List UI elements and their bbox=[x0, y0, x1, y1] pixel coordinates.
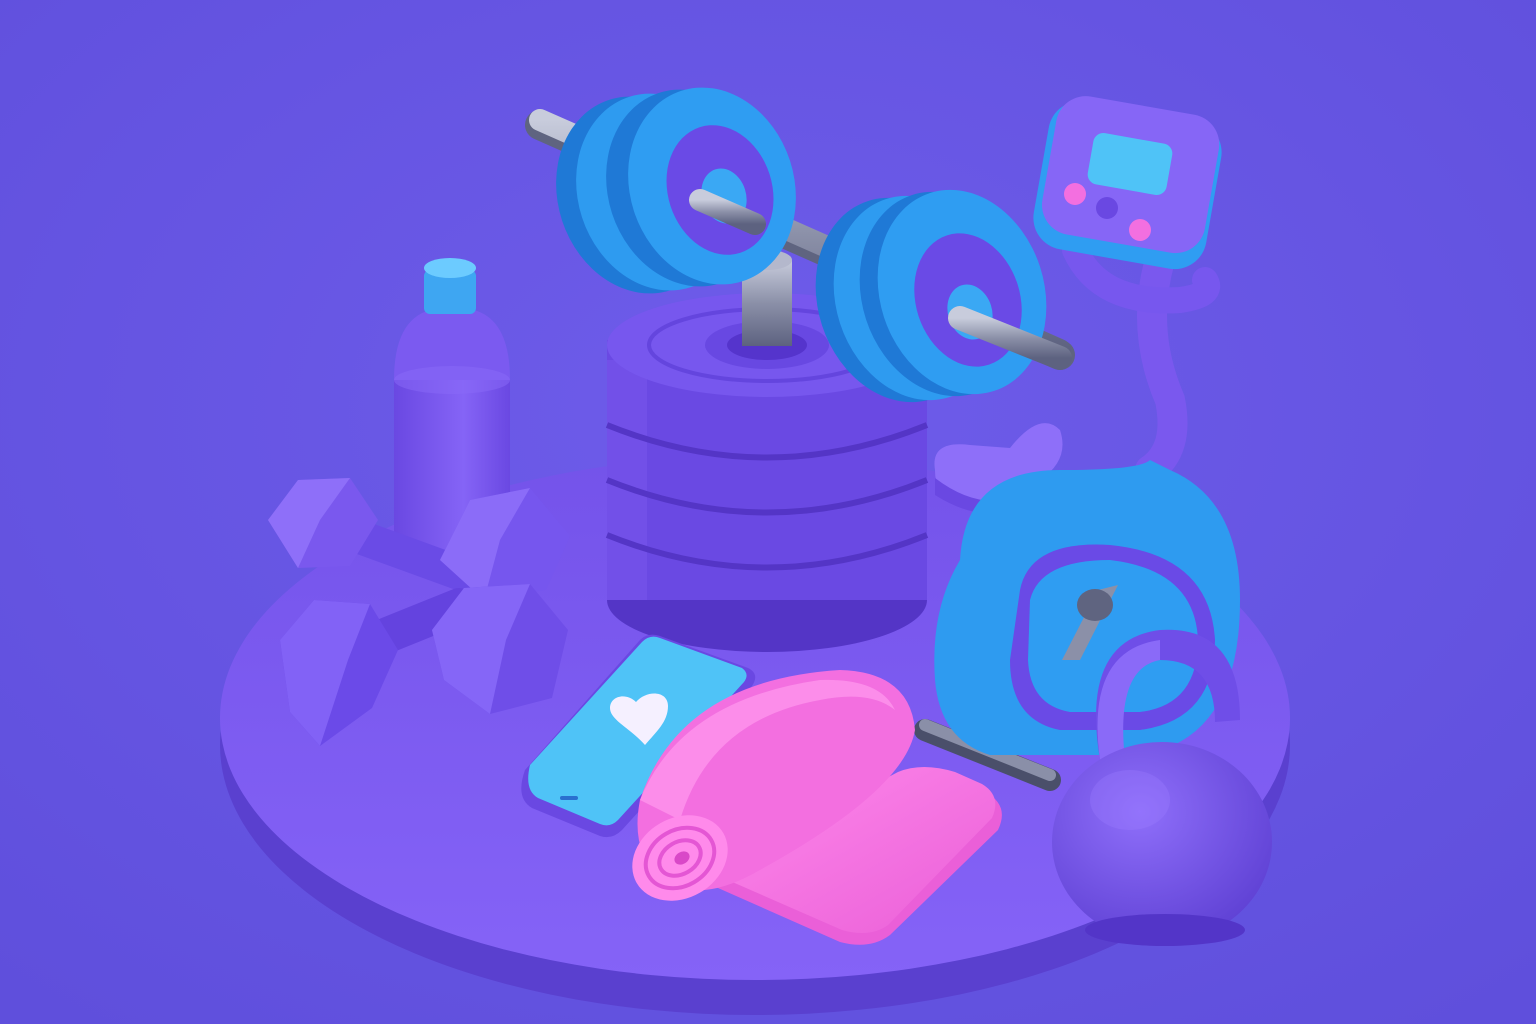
pink-button-icon bbox=[1129, 219, 1151, 241]
center-button-icon bbox=[1096, 197, 1118, 219]
fitness-equipment-scene bbox=[0, 0, 1536, 1024]
pink-button-icon bbox=[1064, 183, 1086, 205]
bike-console bbox=[1033, 96, 1222, 270]
